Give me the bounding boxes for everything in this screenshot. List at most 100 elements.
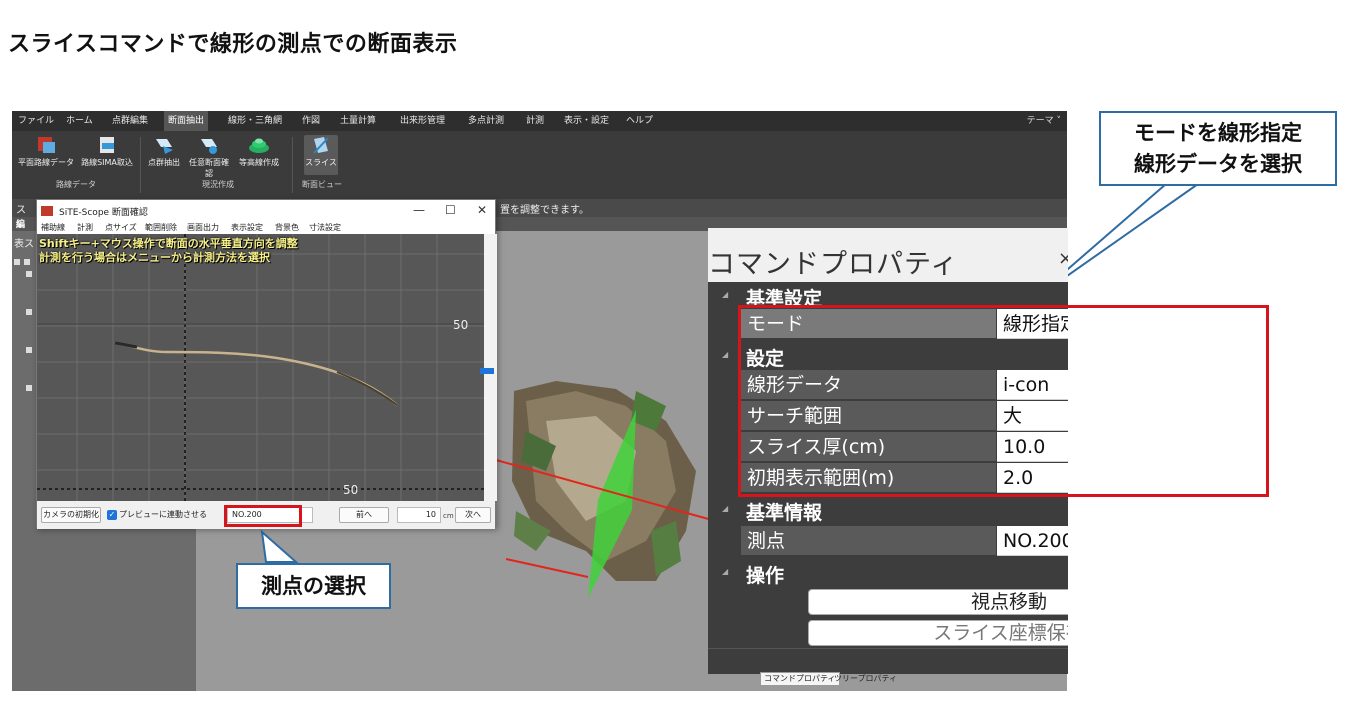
status-text-left: ス xyxy=(16,205,26,216)
group-route-data: 路線データ xyxy=(56,180,96,189)
tree-checkbox[interactable] xyxy=(24,259,30,265)
menu-measure[interactable]: 計測 xyxy=(77,222,93,233)
tree-checkbox[interactable] xyxy=(26,347,32,353)
view-move-button[interactable]: 視点移動 xyxy=(808,589,1068,615)
maximize-icon[interactable]: ☐ xyxy=(445,203,456,217)
property-title: コマンドプロパティ xyxy=(708,249,959,280)
ribbon-separator xyxy=(292,137,293,193)
app-logo-icon xyxy=(41,206,53,216)
tree-checkbox[interactable] xyxy=(14,259,20,265)
slice-button[interactable]: スライス xyxy=(304,135,338,175)
scale-label-right: 50 xyxy=(453,318,469,332)
slice-label: スライス xyxy=(305,158,337,167)
menu-measure[interactable]: 計測 xyxy=(522,111,548,131)
scale-label-bottom: 50 xyxy=(343,483,359,497)
contour-button[interactable]: 等高線作成 xyxy=(232,135,286,175)
settings-highlight xyxy=(738,305,1269,497)
expand-icon[interactable]: ◢ xyxy=(722,350,728,359)
menu-point-size[interactable]: 点サイズ xyxy=(105,222,137,233)
property-footer xyxy=(708,648,1068,674)
status-text: 置を調整できます。 xyxy=(500,205,589,216)
menu-screen-output[interactable]: 画面出力 xyxy=(187,222,219,233)
tree-checkbox[interactable] xyxy=(26,309,32,315)
menu-home[interactable]: ホーム xyxy=(62,111,97,131)
category-operations[interactable]: ◢ 操作 xyxy=(708,559,1068,587)
preview-link-checkbox[interactable]: ✓ xyxy=(107,510,117,520)
tree-checkbox[interactable] xyxy=(26,271,32,277)
screenshot-root: スライスコマンドで線形の測点での断面表示 ファイル ホーム 点群編集 断面抽出 … xyxy=(0,0,1348,702)
menu-multipoint[interactable]: 多点計測 xyxy=(464,111,508,131)
station-highlight xyxy=(224,505,302,527)
property-row-station[interactable]: 測点 NO.200 xyxy=(708,526,1068,557)
tab-tree-property[interactable]: ツリープロパティ xyxy=(830,672,901,686)
menu-alignment-tin[interactable]: 線形・三角網 xyxy=(224,111,286,131)
menu-background-color[interactable]: 背景色 xyxy=(275,222,299,233)
section-grid xyxy=(37,234,484,501)
plane-route-button[interactable]: 平面路線データ xyxy=(14,135,78,175)
section-view-icon xyxy=(198,135,220,155)
preview-link-label: プレビューに連動させる xyxy=(119,510,207,519)
theme-menu[interactable]: テーマ ˅ xyxy=(1027,111,1061,131)
point-extract-icon xyxy=(153,135,175,155)
category-basic-info[interactable]: ◢ 基準情報 xyxy=(708,496,1068,524)
callout-line-1: モードを線形指定 xyxy=(1134,121,1302,145)
minimize-icon[interactable]: — xyxy=(413,203,425,217)
menu-range-delete[interactable]: 範囲削除 xyxy=(145,222,177,233)
step-input[interactable]: 10 xyxy=(397,507,441,523)
menu-as-built[interactable]: 出来形管理 xyxy=(396,111,449,131)
arbitrary-section-label: 任意断面確認 xyxy=(189,158,229,178)
contour-label: 等高線作成 xyxy=(239,158,279,167)
ribbon: 平面路線データ 路線SIMA取込 点群抽出 任意断面確認 等高線作成 スライス … xyxy=(12,131,1067,199)
station-value[interactable]: NO.200 xyxy=(997,526,1068,556)
vertical-slider[interactable] xyxy=(480,234,497,501)
slider-thumb[interactable] xyxy=(480,368,494,374)
route-sima-button[interactable]: 路線SIMA取込 xyxy=(78,135,136,175)
menu-display-settings[interactable]: 表示・設定 xyxy=(560,111,613,131)
callout-line-2: 線形データを選択 xyxy=(1134,152,1302,176)
slice-icon xyxy=(310,135,332,155)
expand-icon[interactable]: ◢ xyxy=(722,290,728,299)
prev-button[interactable]: 前へ xyxy=(339,507,389,523)
callout-station-select: 測点の選択 xyxy=(236,563,391,609)
point-extract-label: 点群抽出 xyxy=(148,158,180,167)
station-label: 測点 xyxy=(741,526,996,556)
close-icon[interactable]: ✕ xyxy=(477,203,487,217)
menu-file[interactable]: ファイル xyxy=(14,111,58,131)
section-plot[interactable]: Shiftキー+マウス操作で断面の水平垂直方向を調整 計測を行う場合はメニューか… xyxy=(37,234,484,501)
tab-command-property[interactable]: コマンドプロパティ xyxy=(760,672,840,686)
menu-display-setting[interactable]: 表示設定 xyxy=(231,222,263,233)
route-sima-label: 路線SIMA取込 xyxy=(81,158,133,167)
menu-bar: ファイル ホーム 点群編集 断面抽出 線形・三角網 作図 土量計算 出来形管理 … xyxy=(12,111,1067,131)
dialog-titlebar: SiTE-Scope 断面確認 — ☐ ✕ xyxy=(37,200,495,222)
document-tab[interactable]: 編 xyxy=(16,217,25,230)
expand-icon[interactable]: ◢ xyxy=(722,504,728,513)
tree-checkbox[interactable] xyxy=(26,385,32,391)
close-icon[interactable]: × xyxy=(1058,248,1068,269)
menu-drawing[interactable]: 作図 xyxy=(298,111,324,131)
hint-measure: 計測を行う場合はメニューから計測方法を選択 xyxy=(39,251,270,264)
property-header: コマンドプロパティ × xyxy=(708,228,1068,282)
page-title: スライスコマンドで線形の測点での断面表示 xyxy=(8,32,458,57)
menu-dimension-setting[interactable]: 寸法設定 xyxy=(309,222,341,233)
dialog-menu: 補助線 計測 点サイズ 範囲削除 画面出力 表示設定 背景色 寸法設定 xyxy=(37,222,495,234)
category-label: 基準情報 xyxy=(746,502,823,524)
tree-header: 表ス xyxy=(14,239,34,250)
reset-camera-button[interactable]: カメラの初期化 xyxy=(41,507,101,523)
menu-guide-line[interactable]: 補助線 xyxy=(41,222,65,233)
sima-import-icon xyxy=(96,135,118,155)
next-button[interactable]: 次へ xyxy=(455,507,491,523)
group-section-view: 断面ビュー xyxy=(302,180,342,189)
menu-help[interactable]: ヘルプ xyxy=(622,111,657,131)
contour-icon xyxy=(248,135,270,155)
dialog-title: SiTE-Scope 断面確認 xyxy=(59,208,148,218)
plane-route-label: 平面路線データ xyxy=(18,158,74,167)
expand-icon[interactable]: ◢ xyxy=(722,567,728,576)
menu-earthwork[interactable]: 土量計算 xyxy=(336,111,380,131)
save-slice-coords-button[interactable]: スライス座標保存 xyxy=(808,620,1068,646)
menu-section-extract[interactable]: 断面抽出 xyxy=(164,111,209,131)
step-unit: cm xyxy=(443,512,454,520)
arbitrary-section-button[interactable]: 任意断面確認 xyxy=(186,135,232,178)
point-extract-button[interactable]: 点群抽出 xyxy=(144,135,184,175)
section-dialog: SiTE-Scope 断面確認 — ☐ ✕ 補助線 計測 点サイズ 範囲削除 画… xyxy=(36,199,497,529)
menu-point-edit[interactable]: 点群編集 xyxy=(108,111,152,131)
